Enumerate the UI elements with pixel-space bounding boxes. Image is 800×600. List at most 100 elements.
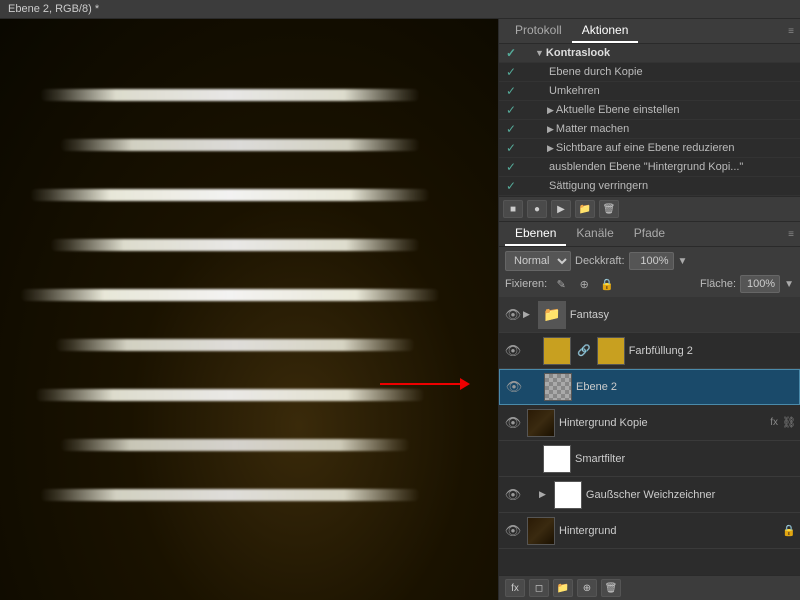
layer-item-6[interactable]: 👁Hintergrund🔒 [499, 513, 800, 549]
light-streak-1 [60, 139, 420, 151]
folder-button[interactable]: 📁 [575, 200, 595, 218]
opacity-chevron[interactable]: ▼ [678, 256, 688, 267]
actions-toolbar: ■ ● ▶ 📁 🗑 [499, 196, 800, 222]
action-item-1[interactable]: ✓Ebene durch Kopie [499, 63, 800, 82]
fx-button[interactable]: fx [505, 579, 525, 597]
fix-move-icon[interactable]: ⊕ [574, 275, 594, 293]
eye-icon[interactable]: 👁 [503, 307, 523, 323]
layer-item-0[interactable]: 👁▶ 📁 Fantasy [499, 297, 800, 333]
delete-layer-button[interactable]: 🗑 [601, 579, 621, 597]
opacity-input[interactable] [629, 252, 674, 270]
layer-name: Gaußscher Weichzeichner [586, 489, 796, 501]
blend-opacity-row: Normal Deckkraft: ▼ [505, 251, 794, 271]
layer-name: Smartfilter [575, 453, 796, 465]
action-item-5[interactable]: ✓ ▶Sichtbare auf eine Ebene reduzieren [499, 139, 800, 158]
eye-icon[interactable]: 👁 [503, 343, 523, 359]
layer-name: Hintergrund Kopie [559, 417, 766, 429]
title-text: Ebene 2, RGB/8) * [8, 3, 99, 15]
layer-thumbnail-2 [597, 337, 625, 365]
action-item-7[interactable]: ✓ Sättigung verringern [499, 177, 800, 196]
arrow-line [380, 383, 460, 385]
actions-panel: ✓▼Kontraslook✓Ebene durch Kopie✓Umkehren… [499, 44, 800, 196]
layers-list: 👁▶📁Fantasy👁🔗Farbfüllung 2👁Ebene 2👁Hinter… [499, 297, 800, 575]
fix-position-icon[interactable]: ✎ [551, 275, 571, 293]
fill-chevron[interactable]: ▼ [784, 279, 794, 290]
new-layer-button[interactable]: ⊕ [577, 579, 597, 597]
light-streak-5 [55, 339, 415, 351]
layer-item-3[interactable]: 👁Hintergrund Kopiefx⛓ [499, 405, 800, 441]
record-button[interactable]: ● [527, 200, 547, 218]
group-triangle-icon: ▶ [523, 309, 530, 320]
eye-icon[interactable]: 👁 [503, 415, 523, 431]
action-check-icon: ✓ [503, 103, 519, 117]
action-check-icon: ✓ [503, 179, 519, 193]
top-tabs: Protokoll Aktionen ≡ [499, 19, 800, 44]
blend-mode-select[interactable]: Normal [505, 251, 571, 271]
action-item-3[interactable]: ✓▶Aktuelle Ebene einstellen [499, 101, 800, 120]
new-group-button[interactable]: 📁 [553, 579, 573, 597]
light-streak-3 [50, 239, 420, 251]
tab-pfade[interactable]: Pfade [624, 222, 675, 246]
bottom-tabs: Ebenen Kanäle Pfade ≡ [499, 222, 800, 247]
tab-ebenen[interactable]: Ebenen [505, 222, 566, 246]
action-check-icon: ✓ [503, 141, 519, 155]
play-button[interactable]: ▶ [551, 200, 571, 218]
layer-item-2[interactable]: 👁 Ebene 2 [499, 369, 800, 405]
action-item-0[interactable]: ✓▼Kontraslook [499, 44, 800, 63]
action-check-icon: ✓ [503, 46, 519, 60]
adjustment-button[interactable]: ◻ [529, 579, 549, 597]
layer-thumbnail: 📁 [538, 301, 566, 329]
light-streak-0 [40, 89, 420, 101]
layers-toolbar: fx ◻ 📁 ⊕ 🗑 [499, 575, 800, 600]
action-item-2[interactable]: ✓Umkehren [499, 82, 800, 101]
layer-item-1[interactable]: 👁 🔗 Farbfüllung 2 [499, 333, 800, 369]
canvas-area [0, 19, 498, 600]
layer-name: Farbfüllung 2 [629, 345, 796, 357]
action-item-4[interactable]: ✓▶Matter machen [499, 120, 800, 139]
tab-aktionen[interactable]: Aktionen [572, 19, 639, 43]
eye-icon[interactable]: 👁 [504, 379, 524, 395]
action-triangle-icon: ▶ [547, 143, 554, 154]
arrow-overlay [380, 374, 480, 394]
light-streak-8 [40, 489, 420, 501]
opacity-label: Deckkraft: [575, 255, 625, 267]
main-layout: Protokoll Aktionen ≡ ✓▼Kontraslook✓Ebene… [0, 19, 800, 600]
action-label: Aktuelle Ebene einstellen [556, 104, 796, 116]
layer-item-4[interactable]: Smartfilter [499, 441, 800, 477]
eye-icon[interactable]: 👁 [503, 487, 523, 503]
layer-name: Ebene 2 [576, 381, 795, 393]
layer-thumbnail [527, 409, 555, 437]
layer-item-5[interactable]: 👁▶Gaußscher Weichzeichner [499, 477, 800, 513]
action-label: Sättigung verringern [549, 180, 796, 192]
action-check-icon: ✓ [503, 65, 519, 79]
stop-button[interactable]: ■ [503, 200, 523, 218]
tab-kanaele[interactable]: Kanäle [566, 222, 623, 246]
fix-fill-row: Fixieren: ✎ ⊕ 🔒 Fläche: ▼ [505, 275, 794, 293]
action-item-6[interactable]: ✓ ausblenden Ebene "Hintergrund Kopi..." [499, 158, 800, 177]
forest-background [0, 19, 498, 600]
action-label: ausblenden Ebene "Hintergrund Kopi..." [549, 161, 796, 173]
eye-icon[interactable]: 👁 [503, 523, 523, 539]
tab-protokoll[interactable]: Protokoll [505, 19, 572, 43]
layer-fx-icon: fx [770, 417, 778, 428]
action-check-icon: ✓ [503, 160, 519, 174]
action-label: Sichtbare auf eine Ebene reduzieren [556, 142, 796, 154]
light-streak-2 [30, 189, 430, 201]
layers-panel-menu[interactable]: ≡ [788, 229, 794, 240]
fix-lock-icon[interactable]: 🔒 [597, 275, 617, 293]
fill-input[interactable] [740, 275, 780, 293]
light-streak-6 [35, 389, 425, 401]
delete-button[interactable]: 🗑 [599, 200, 619, 218]
layer-thumbnail [527, 517, 555, 545]
fix-label: Fixieren: [505, 278, 547, 290]
fill-label: Fläche: [700, 278, 736, 290]
action-label: Umkehren [549, 85, 796, 97]
action-label: Kontraslook [546, 47, 796, 59]
layer-thumbnail [544, 373, 572, 401]
layer-thumbnail [554, 481, 582, 509]
layer-thumbnail [543, 337, 571, 365]
light-streak-4 [20, 289, 440, 301]
layer-name: Fantasy [570, 309, 796, 321]
panel-menu-button[interactable]: ≡ [788, 26, 794, 37]
layer-link-icon: 🔗 [577, 344, 591, 357]
